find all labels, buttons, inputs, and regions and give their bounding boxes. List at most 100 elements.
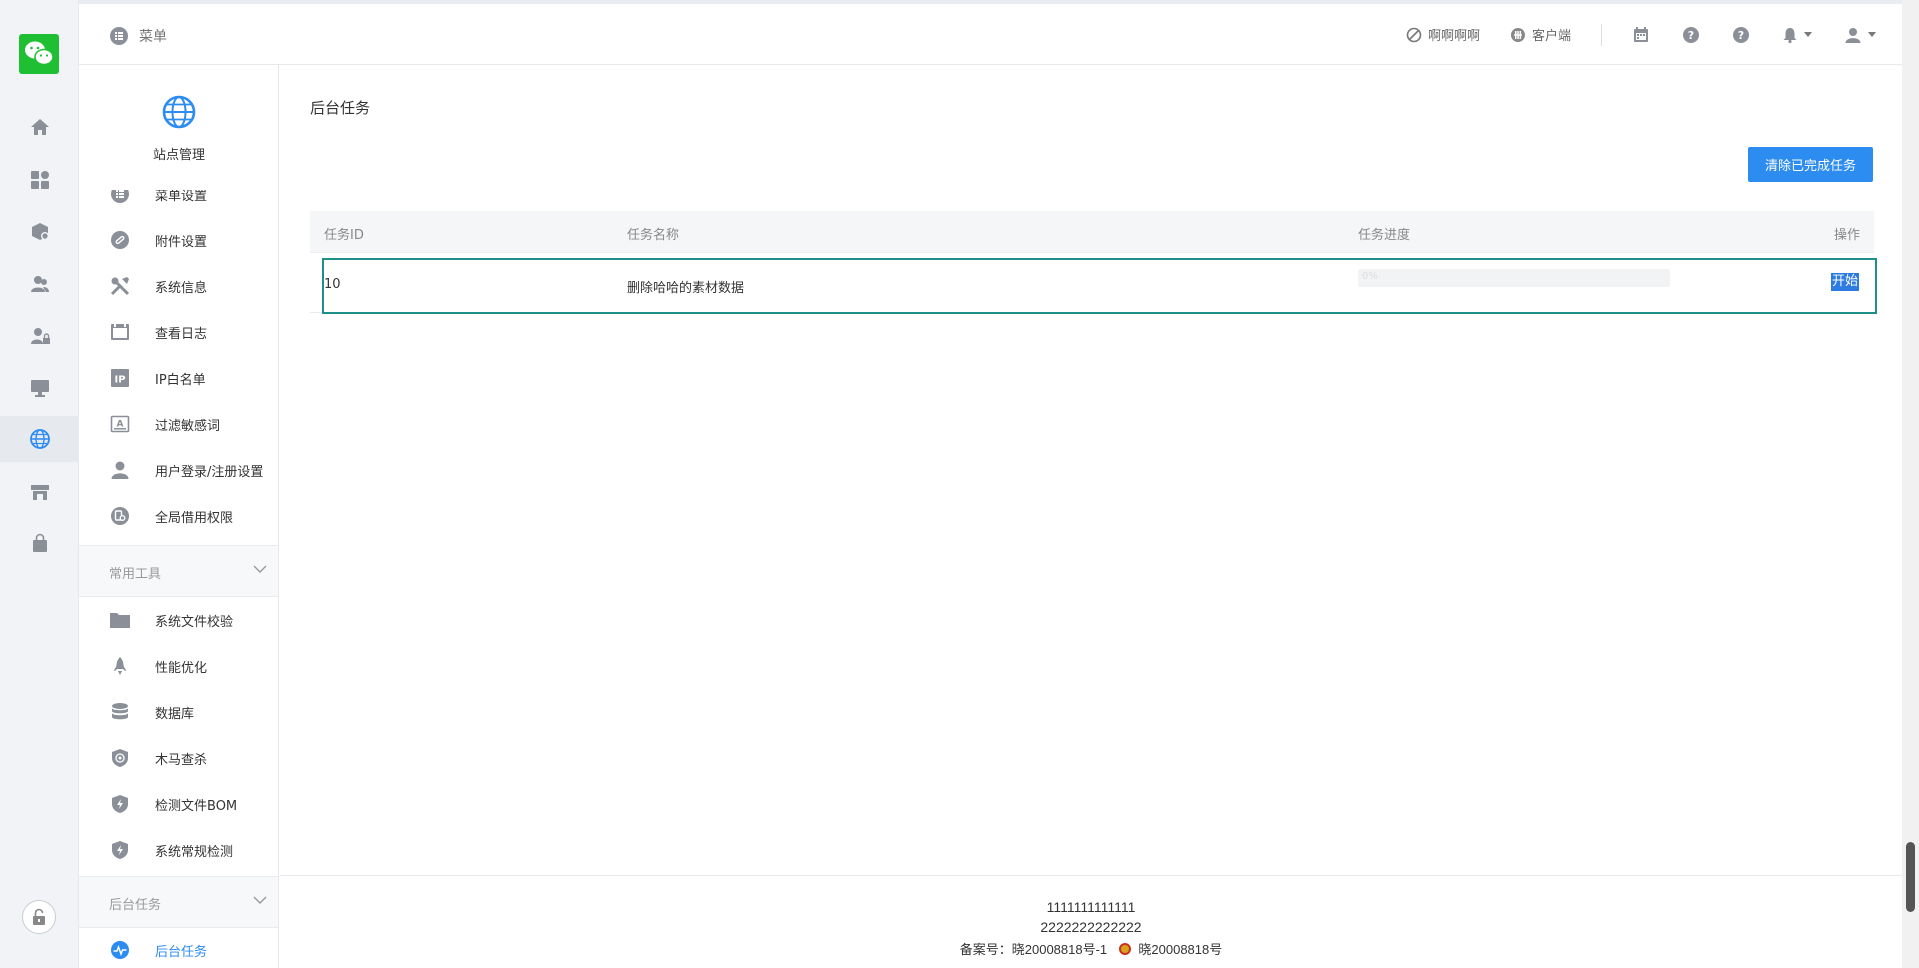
folder-icon	[109, 609, 131, 631]
link-icon	[109, 229, 131, 251]
svg-text:?: ?	[1688, 29, 1694, 42]
sidebar-item-label: IP白名单	[155, 373, 206, 388]
table-header: 任务ID 任务名称 任务进度 操作	[310, 211, 1874, 253]
rail-bag-icon[interactable]	[0, 520, 79, 566]
menu-toggle-button[interactable]: 菜单	[109, 26, 167, 46]
sidebar-item-file-check[interactable]: 系统文件校验	[79, 597, 278, 643]
top-header: 菜单 啊啊啊啊 客户端 ? ?	[79, 0, 1902, 65]
chevron-down-icon	[253, 565, 267, 573]
rail-lock-icon[interactable]	[22, 900, 56, 934]
task-name-cell: 删除哈哈的素材数据	[627, 281, 745, 296]
user-icon	[109, 459, 131, 481]
footer-line-2: 2222222222222	[1040, 919, 1142, 935]
police-record-link[interactable]: 晓20008818号	[1138, 942, 1222, 957]
sidebar-item-label: 性能优化	[155, 661, 208, 676]
rail-monitor-icon[interactable]	[0, 365, 79, 411]
notification-bell-icon[interactable]	[1782, 26, 1812, 44]
rail-globe-icon[interactable]	[0, 416, 79, 462]
sidebar-item-background-tasks[interactable]: 后台任务	[79, 927, 278, 968]
sidebar-item-label: 系统信息	[155, 281, 208, 296]
client-icon	[1510, 27, 1525, 42]
sidebar-item-routine-check[interactable]: 系统常规检测	[79, 827, 278, 873]
svg-text:?: ?	[1738, 29, 1744, 42]
group-tools-label: 常用工具	[109, 567, 162, 582]
footer-line-1: 1111111111111	[1046, 899, 1136, 915]
column-header-action: 操作	[1833, 228, 1860, 243]
header-divider	[1601, 23, 1602, 46]
icp-record-link[interactable]: 备案号：晓20008818号-1	[960, 942, 1107, 957]
sidebar-item-database[interactable]: 数据库	[79, 689, 278, 735]
column-header-task-id: 任务ID	[324, 228, 364, 243]
sidebar-item-global-permission[interactable]: 全局借用权限	[79, 493, 278, 539]
task-id-cell: 10	[324, 277, 341, 292]
sidebar-item-label: 数据库	[155, 707, 195, 722]
menu-list-icon	[110, 27, 128, 45]
sidebar-item-label: 过滤敏感词	[155, 419, 221, 434]
calendar-icon[interactable]	[1632, 26, 1650, 44]
page-scrollbar[interactable]	[1902, 0, 1919, 968]
sidebar-item-view-logs[interactable]: 查看日志	[79, 309, 278, 355]
sidebar-item-ip-whitelist[interactable]: IP IP白名单	[79, 355, 278, 401]
filter-icon: A	[109, 413, 131, 435]
header-link-client-label: 客户端	[1531, 29, 1571, 44]
log-icon	[109, 321, 131, 343]
header-link-1[interactable]: 啊啊啊啊	[1406, 25, 1480, 44]
globe-icon	[162, 95, 196, 129]
help-icon[interactable]: ?	[1682, 26, 1700, 44]
sidebar-item-attachment-settings[interactable]: 附件设置	[79, 217, 278, 263]
table-row: 10 删除哈哈的素材数据 0% 开始	[310, 253, 1877, 314]
group-tools-header[interactable]: 常用工具	[79, 545, 278, 597]
wechat-logo-icon[interactable]	[19, 34, 59, 74]
rail-store-icon[interactable]	[0, 469, 79, 515]
sidebar-item-label: 系统文件校验	[155, 615, 234, 630]
header-actions: 啊啊啊啊 客户端 ? ?	[1406, 4, 1902, 65]
column-header-task-name: 任务名称	[627, 228, 680, 243]
shield-bolt-icon	[109, 793, 131, 815]
site-management-header: 站点管理	[79, 65, 278, 190]
site-sidebar: 站点管理 菜单设置 附件设置 系统信息 查看日志 IP IP白名单 A 过滤敏感…	[79, 65, 279, 968]
start-task-link[interactable]: 开始	[1831, 273, 1860, 291]
sidebar-item-system-info[interactable]: 系统信息	[79, 263, 278, 309]
header-link-client[interactable]: 客户端	[1510, 25, 1571, 44]
page-title: 后台任务	[310, 99, 371, 117]
chevron-down-icon	[1868, 32, 1876, 37]
sidebar-item-trojan-scan[interactable]: 木马查杀	[79, 735, 278, 781]
sidebar-item-login-register-settings[interactable]: 用户登录/注册设置	[79, 447, 278, 493]
rail-apps-icon[interactable]	[0, 157, 79, 203]
task-progress-text: 0%	[1362, 271, 1378, 282]
permission-icon	[109, 505, 131, 527]
sidebar-item-label: 检测文件BOM	[155, 799, 238, 814]
chevron-down-icon	[253, 896, 267, 904]
svg-text:IP: IP	[114, 375, 125, 386]
help-icon-2[interactable]: ?	[1732, 26, 1750, 44]
rail-package-icon[interactable]	[0, 208, 79, 254]
tools-icon	[109, 275, 131, 297]
app-rail	[0, 0, 79, 968]
main-content: 后台任务 清除已完成任务 任务ID 任务名称 任务进度 操作 10 删除哈哈的素…	[280, 65, 1902, 875]
sidebar-item-label: 用户登录/注册设置	[155, 465, 264, 480]
task-progress-bar: 0%	[1358, 269, 1670, 287]
scrollbar-thumb[interactable]	[1906, 842, 1915, 912]
sidebar-item-label: 附件设置	[155, 235, 208, 250]
database-icon	[109, 701, 131, 723]
sidebar-item-filter-words[interactable]: A 过滤敏感词	[79, 401, 278, 447]
group-tasks-header[interactable]: 后台任务	[79, 876, 278, 928]
column-header-task-progress: 任务进度	[1358, 228, 1411, 243]
menu-label: 菜单	[139, 29, 167, 45]
shield-bolt-icon	[109, 839, 131, 861]
sidebar-item-label: 查看日志	[155, 327, 208, 342]
rail-user-lock-icon[interactable]	[0, 313, 79, 359]
sidebar-item-bom-check[interactable]: 检测文件BOM	[79, 781, 278, 827]
clear-completed-tasks-button[interactable]: 清除已完成任务	[1748, 147, 1873, 182]
task-table: 任务ID 任务名称 任务进度 操作 10 删除哈哈的素材数据 0% 开始	[310, 211, 1877, 314]
rail-users-icon[interactable]	[0, 261, 79, 307]
pulse-icon	[109, 939, 131, 961]
sidebar-item-label: 系统常规检测	[155, 845, 234, 860]
user-menu-icon[interactable]	[1844, 26, 1876, 44]
rail-home-icon[interactable]	[0, 104, 79, 150]
site-management-title: 站点管理	[152, 148, 205, 163]
ban-icon	[1406, 27, 1422, 42]
sidebar-item-performance[interactable]: 性能优化	[79, 643, 278, 689]
sidebar-item-label: 木马查杀	[155, 753, 208, 768]
ip-icon: IP	[109, 367, 131, 389]
